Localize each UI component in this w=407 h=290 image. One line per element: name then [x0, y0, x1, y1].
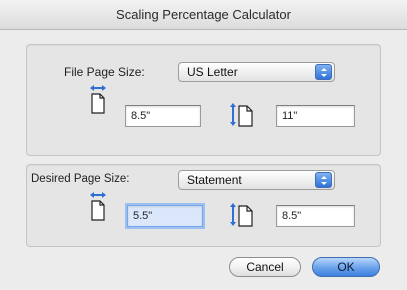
window-title: Scaling Percentage Calculator — [0, 0, 407, 30]
file-height-field[interactable]: 11" — [276, 105, 355, 127]
file-page-size-group: File Page Size: US Letter 8.5" 11" — [26, 44, 381, 156]
page-width-icon — [89, 85, 107, 118]
cancel-button[interactable]: Cancel — [229, 257, 301, 277]
desired-page-size-group: Desired Page Size: Statement 5.5" 8.5" — [26, 164, 381, 247]
popup-arrows-icon — [315, 172, 332, 188]
desired-height-field[interactable]: 8.5" — [276, 205, 355, 227]
file-page-size-popup[interactable]: US Letter — [178, 62, 335, 82]
dialog-window: Scaling Percentage Calculator File Page … — [0, 0, 407, 290]
file-page-size-value: US Letter — [187, 65, 238, 79]
desired-page-size-popup[interactable]: Statement — [178, 170, 335, 190]
desired-width-field[interactable]: 5.5" — [127, 205, 203, 227]
popup-arrows-icon — [315, 64, 332, 80]
ok-button[interactable]: OK — [312, 257, 380, 277]
page-height-icon — [230, 202, 256, 231]
file-page-size-label: File Page Size: — [64, 65, 145, 79]
desired-page-size-value: Statement — [187, 173, 242, 187]
page-width-icon — [89, 192, 107, 225]
desired-page-size-label: Desired Page Size: — [31, 173, 130, 185]
file-width-field[interactable]: 8.5" — [125, 105, 201, 127]
page-height-icon — [230, 102, 256, 131]
